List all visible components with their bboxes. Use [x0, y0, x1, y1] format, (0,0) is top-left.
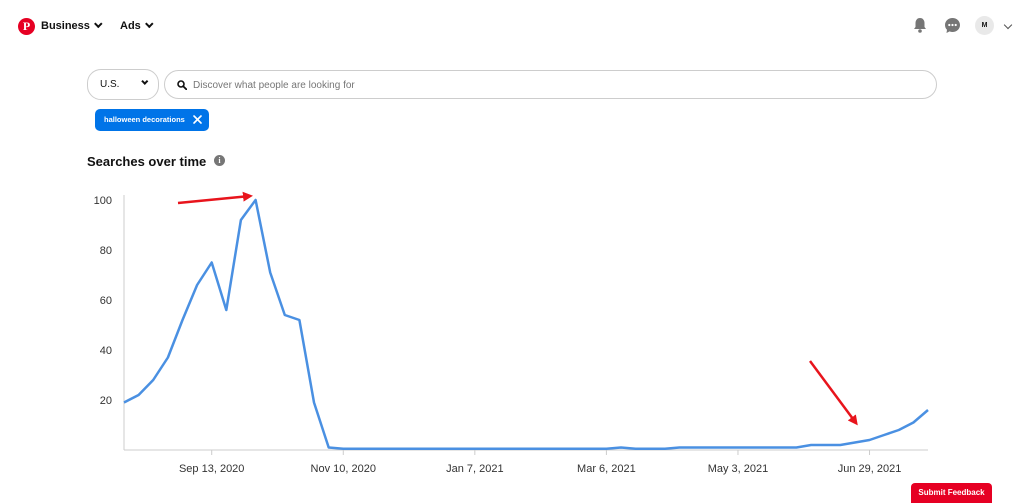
pinterest-logo-icon[interactable]: [18, 18, 35, 35]
annotation-arrow-recent: [808, 360, 858, 426]
region-select-value: U.S.: [100, 79, 120, 90]
info-icon[interactable]: i: [214, 155, 225, 166]
section-title: Searches over time: [87, 154, 207, 169]
annotation-arrow-peak: [177, 191, 253, 205]
messages-chat-icon[interactable]: [944, 17, 961, 34]
search-bar[interactable]: [164, 70, 937, 99]
x-tick-label: Sep 13, 2020: [179, 463, 244, 475]
submit-feedback-button[interactable]: Submit Feedback: [911, 483, 992, 503]
account-chevron-down-icon[interactable]: [1003, 20, 1013, 30]
avatar[interactable]: M: [975, 16, 994, 35]
business-menu-label: Business: [41, 20, 90, 32]
chevron-down-icon: [93, 19, 103, 29]
business-menu[interactable]: Business: [41, 19, 103, 32]
x-tick-label: Mar 6, 2021: [577, 463, 636, 475]
y-tick-label: 80: [100, 245, 112, 257]
top-navigation-bar: Business Ads M: [0, 0, 1024, 56]
search-input[interactable]: [193, 76, 913, 94]
x-tick-label: May 3, 2021: [708, 463, 769, 475]
x-tick-label: Jan 7, 2021: [446, 463, 504, 475]
x-tick-label: Jun 29, 2021: [838, 463, 902, 475]
chevron-down-icon: [144, 19, 154, 29]
y-tick-label: 40: [100, 345, 112, 357]
notifications-bell-icon[interactable]: [913, 17, 927, 33]
y-tick-label: 60: [100, 295, 112, 307]
keyword-chip[interactable]: halloween decorations: [95, 109, 209, 131]
region-select[interactable]: U.S.: [87, 69, 159, 100]
y-tick-label: 100: [94, 195, 112, 207]
keyword-chip-label: halloween decorations: [104, 115, 185, 124]
search-icon: [177, 80, 187, 90]
searches-over-time-chart: 100 80 60 40 20 Sep 13, 2020 Nov 10, 2020 Jan 7…: [94, 191, 929, 475]
searches-series-line: [123, 198, 929, 451]
x-tick-label: Nov 10, 2020: [311, 463, 376, 475]
ads-menu[interactable]: Ads: [120, 19, 154, 32]
ads-menu-label: Ads: [120, 20, 141, 32]
chevron-down-icon: [141, 77, 149, 85]
close-icon[interactable]: [192, 114, 203, 125]
y-tick-label: 20: [100, 395, 112, 407]
